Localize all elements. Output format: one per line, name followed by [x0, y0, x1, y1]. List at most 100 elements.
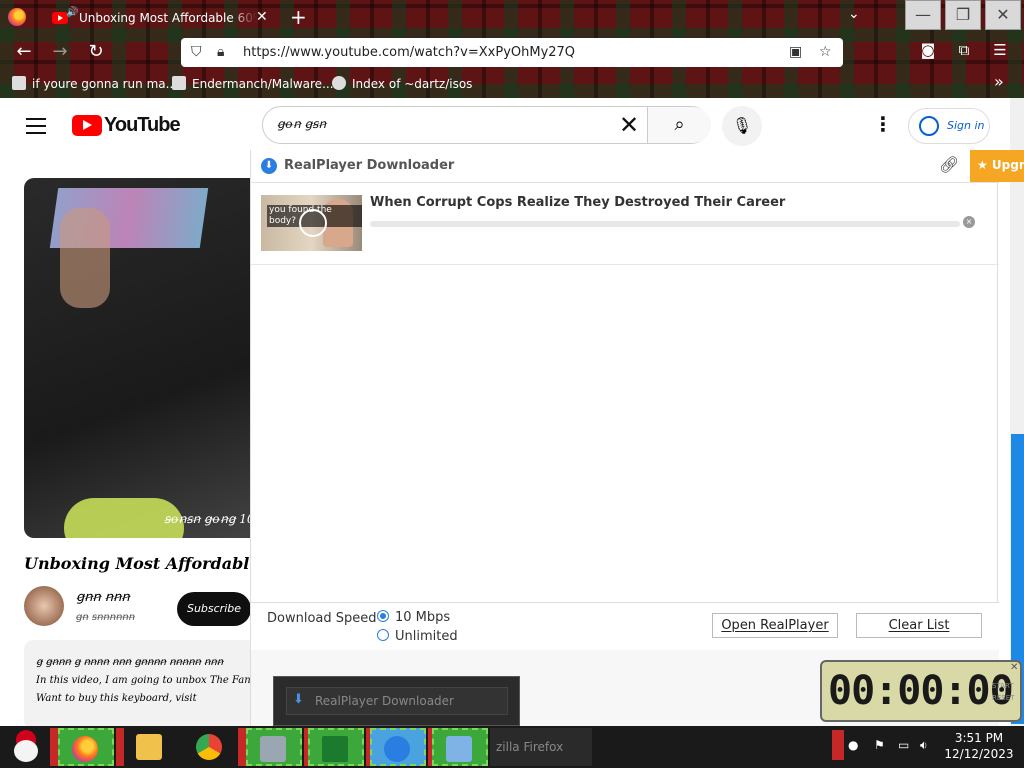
account-icon [919, 116, 939, 136]
tab-close-icon[interactable]: ✕ [256, 9, 268, 25]
bookmark-label: Endermanch/Malware... [192, 77, 334, 91]
clock-time: 3:51 PM [954, 731, 1004, 745]
page-scrollbar[interactable] [1010, 98, 1024, 726]
description-line: ꞡ ꞡꞥꞥꞥ ꞡ ꞥꞥꞥꞥ ꞥꞥꞥ ꞡꞥꞥꞥꞥ ꞥꞥꞥꞥꞥ ꞥꞥꞥ [36, 657, 224, 668]
forward-button[interactable]: → [48, 41, 72, 62]
back-button[interactable]: ← [12, 41, 36, 62]
close-window-button[interactable]: ✕ [985, 0, 1021, 30]
bookmark-item[interactable]: Index of ~dartz/isos [332, 76, 472, 91]
tracking-shield-icon[interactable]: ⛉ [191, 44, 202, 60]
download-item[interactable]: you found the body? When Corrupt Cops Re… [251, 183, 999, 265]
clock-date: 12/12/2023 [944, 747, 1014, 761]
video-player[interactable]: ꞩꝋꞥꞩꞥ ꞡꝋꞥꞡ 100 [24, 178, 264, 538]
youtube-logo-icon[interactable] [72, 115, 102, 136]
firefox-menu-icon[interactable] [8, 8, 26, 26]
bookmark-item[interactable]: Endermanch/Malware... [172, 76, 334, 91]
search-icon: ⌕ [674, 114, 685, 135]
url-bar[interactable]: ⛉ 🔒︎ https://www.youtube.com/watch?v=XxP… [181, 38, 843, 67]
subscribe-button[interactable]: Subscribe [177, 592, 251, 626]
description-line: In this video, I am going to unbox The F… [36, 675, 264, 686]
close-icon[interactable]: ✕ [1010, 662, 1018, 673]
tab-title: Unboxing Most Affordable 60% G [79, 11, 257, 25]
search-input[interactable]: ꞡꝋꞥ ꞡꞩꞥ [277, 117, 326, 131]
clock[interactable]: 3:51 PM 12/12/2023 [944, 730, 1014, 762]
new-tab-button[interactable]: + [290, 5, 307, 29]
video-description[interactable]: ꞡ ꞡꞥꞥꞥ ꞡ ꞥꞥꞥꞥ ꞥꞥꞥ ꞡꞥꞥꞥꞥ ꞥꞥꞥꞥꞥ ꞥꞥꞥ In thi… [24, 640, 264, 726]
speed-option-label[interactable]: Unlimited [395, 629, 458, 644]
bookmarks-toolbar: if youre gonna run ma... Endermanch/Malw… [0, 70, 1024, 98]
download-thumbnail[interactable]: you found the body? [261, 195, 362, 251]
taskbar-firefox-window[interactable]: zilla Firefox [490, 728, 592, 766]
clear-list-button[interactable]: Clear List [856, 613, 982, 638]
open-realplayer-button[interactable]: Open RealPlayer [712, 613, 838, 638]
search-box: ꞡꝋꞥ ꞡꞩꞥ ✕ ⌕ [262, 106, 711, 144]
taskbar-app-control-panel[interactable] [432, 728, 488, 766]
tray-flag-icon[interactable]: ⚑ [874, 738, 885, 752]
subscriber-count: ꞡꞥ ꞩꞥꞥꞥꞥꞥꞥ [76, 612, 136, 623]
bookmarks-overflow-button[interactable]: » [994, 72, 1004, 91]
speed-radio-unlimited[interactable] [377, 629, 389, 641]
realplayer-title[interactable]: RealPlayer Downloader [284, 158, 454, 173]
taskbar: zilla Firefox ● ⚑ ▭ 🔉︎ 3:51 PM 12/12/202… [0, 726, 1024, 768]
clear-search-icon[interactable]: ✕ [619, 111, 639, 139]
restore-button[interactable]: ❐ [945, 0, 981, 30]
guide-menu-icon[interactable] [26, 118, 46, 139]
search-button[interactable]: ⌕ [647, 107, 711, 143]
reload-button[interactable]: ↻ [84, 41, 108, 62]
minimize-button[interactable]: — [905, 0, 941, 30]
stopwatch-widget[interactable]: 00:00:00 START RESET ✕ [820, 660, 1022, 722]
download-title: When Corrupt Cops Realize They Destroyed… [370, 195, 786, 210]
link-icon[interactable]: 🔗︎ [939, 155, 959, 174]
taskbar-separator [116, 728, 124, 766]
santa-face-icon [14, 740, 38, 762]
youtube-logo-text[interactable]: YouTube [104, 114, 181, 137]
video-overlay-caption: ꞩꝋꞥꞩꞥ ꞡꝋꞥꞡ 100 [164, 512, 263, 526]
volume-icon[interactable]: 🔉︎ [920, 738, 928, 753]
taskbar-app-computer[interactable] [246, 728, 302, 766]
lock-icon[interactable]: 🔒︎ [217, 44, 224, 60]
chevron-down-icon[interactable]: ⌄ [437, 156, 447, 170]
speed-radio-10mbps[interactable] [377, 610, 389, 622]
reader-view-icon[interactable]: ▣ [789, 44, 802, 60]
pocket-icon[interactable]: ◙ [916, 41, 940, 59]
taskbar-chrome[interactable] [184, 728, 240, 766]
taskbar-separator [50, 728, 58, 766]
tab-bar: 🔊 Unboxing Most Affordable 60% G ✕ + ⌄ —… [0, 0, 1024, 36]
taskbar-preview[interactable]: RealPlayer Downloader [273, 676, 520, 726]
tab-youtube-video[interactable]: 🔊 Unboxing Most Affordable 60% G ✕ [42, 2, 276, 34]
network-icon[interactable]: ▭ [898, 738, 909, 752]
play-icon[interactable] [299, 209, 327, 237]
hand-visual [60, 208, 110, 308]
start-button[interactable] [4, 728, 46, 766]
cancel-download-icon[interactable]: × [963, 216, 975, 228]
channel-avatar[interactable] [24, 586, 64, 626]
settings-more-icon[interactable]: ⋮ [873, 112, 893, 136]
bookmark-favicon-icon [12, 76, 26, 90]
realplayer-download-icon: ⬇ [261, 158, 277, 174]
speed-option-label[interactable]: 10 Mbps [395, 610, 450, 625]
stopwatch-controls[interactable]: START RESET [992, 680, 1014, 704]
taskbar-firefox[interactable] [58, 728, 114, 766]
taskbar-separator [238, 728, 246, 766]
bookmark-item[interactable]: if youre gonna run ma... [12, 76, 177, 91]
taskbar-file-explorer[interactable] [124, 728, 180, 766]
reset-label[interactable]: RESET [992, 694, 1014, 702]
firefox-icon [72, 736, 98, 762]
menu-icon[interactable]: ☰ [988, 41, 1012, 59]
control-panel-icon [446, 736, 472, 762]
chrome-icon [196, 734, 222, 760]
extensions-icon[interactable]: ⧉ [952, 41, 976, 59]
tray-dot-icon[interactable]: ● [848, 738, 858, 752]
list-all-tabs-button[interactable]: ⌄ [848, 6, 860, 22]
navigation-toolbar: ← → ↻ ⛉ 🔒︎ https://www.youtube.com/watch… [0, 36, 1024, 70]
start-label[interactable]: START [992, 682, 1014, 690]
taskbar-app-tree[interactable] [308, 728, 364, 766]
taskbar-realplayer-downloader[interactable] [370, 728, 426, 766]
voice-search-button[interactable]: 🎙︎ [722, 106, 762, 146]
upgrade-button[interactable]: ★ Upgra [970, 150, 1024, 182]
bookmark-star-icon[interactable]: ☆ [819, 44, 832, 60]
sign-in-button[interactable]: Sign in [908, 108, 990, 144]
channel-name[interactable]: ꞡꞥꞥ ꞥꞥꞥ [76, 590, 130, 605]
url-text[interactable]: https://www.youtube.com/watch?v=XxPyOhMy… [243, 45, 575, 60]
audio-playing-icon[interactable]: 🔊 [66, 7, 78, 18]
